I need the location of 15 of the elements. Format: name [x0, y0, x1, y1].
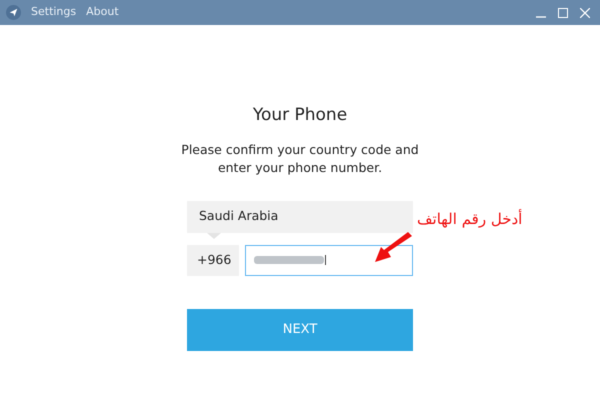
pointer-notch [207, 232, 221, 238]
menu-item[interactable]: About [86, 4, 119, 21]
menu-item[interactable]: Settings [31, 4, 76, 21]
annotation-text: أدخل رقم الهاتف [417, 208, 522, 230]
close-icon[interactable] [580, 8, 590, 18]
arrow-icon [372, 232, 414, 264]
next-button[interactable]: NEXT [187, 308, 413, 350]
country-field[interactable]: Saudi Arabia [187, 200, 413, 232]
maximize-icon[interactable] [558, 8, 568, 18]
blurred-number-icon [254, 255, 326, 265]
page-title: Your Phone [252, 104, 348, 127]
paper-plane-icon[interactable] [6, 5, 21, 20]
country-code-field[interactable]: +966 [187, 244, 239, 276]
description: Please confirm your country code and enter your phone number. [180, 140, 420, 176]
phone-field[interactable] [245, 244, 413, 276]
